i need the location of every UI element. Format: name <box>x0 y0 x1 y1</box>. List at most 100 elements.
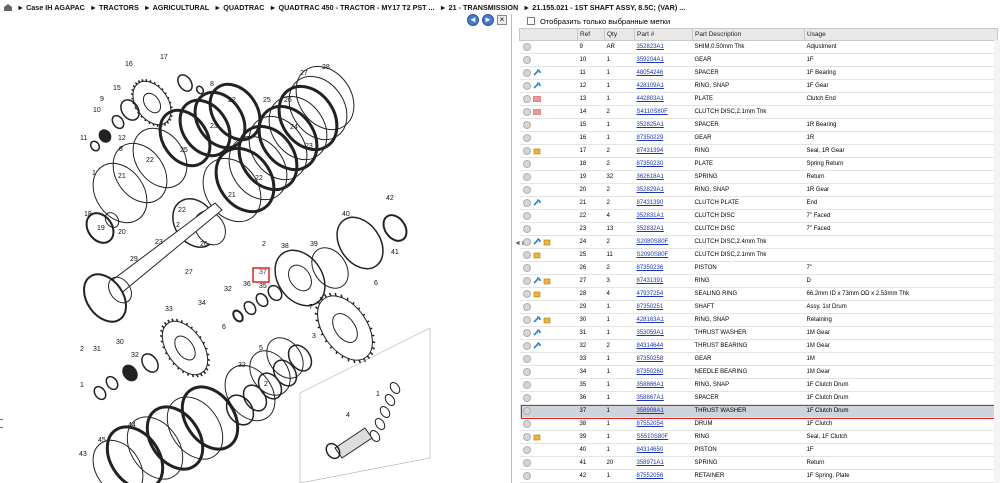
callout-19[interactable]: 19 <box>97 225 105 232</box>
row-icons[interactable] <box>519 170 578 184</box>
row-icons[interactable] <box>519 79 578 93</box>
back-button[interactable]: ◄ <box>467 14 479 26</box>
table-row[interactable]: 9 AR 352823A1 SHIM,0.50mm Thk Adjustment <box>519 40 998 54</box>
table-row[interactable]: 27 3 87431391 RING D <box>519 274 998 288</box>
table-row[interactable]: 16 1 87350229 GEAR 1R <box>519 131 998 145</box>
row-icons[interactable] <box>519 469 578 483</box>
callout-32[interactable]: 32 <box>131 352 139 359</box>
part-number-link[interactable]: 87350229 <box>634 131 693 145</box>
wrench-icon[interactable] <box>531 69 541 77</box>
callout-22[interactable]: 22 <box>255 175 263 182</box>
select-dot-icon[interactable] <box>522 433 531 441</box>
select-dot-icon[interactable] <box>522 186 531 194</box>
wrench-icon[interactable] <box>531 342 541 350</box>
row-icons[interactable] <box>519 144 578 158</box>
table-row[interactable]: 41 20 358971A1 SPRING Return <box>519 456 998 470</box>
callout-31[interactable]: 31 <box>93 346 101 353</box>
select-dot-icon[interactable] <box>522 459 531 467</box>
breadcrumb-item[interactable]: ► QUADTRAC 450 - TRACTOR - MY17 T2 PST .… <box>269 3 434 12</box>
callout-33[interactable]: 33 <box>165 306 173 313</box>
row-icons[interactable] <box>519 92 578 106</box>
table-row[interactable]: 35 1 358866A1 RING, SNAP 1F Clutch Drum <box>519 378 998 392</box>
callout-29[interactable]: 29 <box>130 256 138 263</box>
wrench-icon[interactable] <box>531 199 541 207</box>
row-icons[interactable] <box>519 313 578 327</box>
table-row[interactable]: 23 13 352832A1 CLUTCH DISC 7" Faced <box>519 222 998 236</box>
row-icons[interactable] <box>519 391 578 405</box>
table-row[interactable]: 19 32 362618A1 SPRING Return <box>519 170 998 184</box>
select-dot-icon[interactable] <box>522 56 531 64</box>
row-icons[interactable] <box>519 118 578 132</box>
callout-45[interactable]: 45 <box>98 437 106 444</box>
callout-23[interactable]: 23 <box>155 239 163 246</box>
table-row[interactable]: 30 1 428163A1 RING, SNAP Retaining <box>519 313 998 327</box>
part-number-link[interactable]: 87552054 <box>634 417 693 431</box>
select-dot-icon[interactable] <box>522 108 531 116</box>
table-row[interactable]: 22 4 352831A1 CLUTCH DISC 7" Faced <box>519 209 998 223</box>
table-row[interactable]: 32 2 84314644 THRUST BEARING 1M Gear <box>519 339 998 353</box>
row-icons[interactable] <box>519 53 578 67</box>
breadcrumb-item[interactable]: ► 21 - TRANSMISSION <box>440 3 519 12</box>
select-dot-icon[interactable] <box>522 316 531 324</box>
table-row[interactable]: 25 11 S2090S80F CLUTCH DISC,2.1mm Thk <box>519 248 998 262</box>
table-row[interactable]: 10 1 359204A1 GEAR 1F <box>519 53 998 67</box>
callout-25[interactable]: 25 <box>263 97 271 104</box>
callout-10[interactable]: 10 <box>93 107 101 114</box>
part-number-link[interactable]: 87350260 <box>634 365 693 379</box>
part-number-link[interactable]: S2090S80F <box>634 248 693 262</box>
row-icons[interactable] <box>519 430 578 444</box>
callout-40[interactable]: 40 <box>342 211 350 218</box>
wrench-icon[interactable] <box>531 329 541 337</box>
part-number-link[interactable]: 442803A1 <box>634 92 693 106</box>
callout-8[interactable]: 8 <box>119 146 123 153</box>
callout-35[interactable]: 35 <box>259 283 267 290</box>
callout-34[interactable]: 34 <box>198 300 206 307</box>
home-icon[interactable] <box>3 3 13 12</box>
callout-11[interactable]: 11 <box>80 135 87 142</box>
callout-2[interactable]: 2 <box>264 381 268 388</box>
table-row[interactable]: 42 1 87552056 RETAINER 1F Spring, Plate <box>519 469 998 483</box>
wrench-icon[interactable] <box>531 238 541 246</box>
callout-22[interactable]: 22 <box>178 207 186 214</box>
row-icons[interactable] <box>519 352 578 366</box>
select-dot-icon[interactable] <box>522 43 531 51</box>
filter-row[interactable]: Отобразить только выбранные метки <box>519 14 1000 28</box>
callout-41[interactable]: 41 <box>391 249 399 256</box>
part-number-link[interactable]: 84314644 <box>634 339 693 353</box>
table-row[interactable]: 12 1 428109A1 RING, SNAP 1F Gear <box>519 79 998 93</box>
table-row[interactable]: 17 2 87431394 RING Seal, 1R Gear <box>519 144 998 158</box>
part-number-link[interactable]: 359204A1 <box>634 53 693 67</box>
table-row[interactable]: 37 1 358908A1 THRUST WASHER 1F Clutch Drum <box>519 404 998 418</box>
wrench-icon[interactable] <box>531 316 541 324</box>
select-dot-icon[interactable] <box>522 290 531 298</box>
wrench-icon[interactable] <box>531 82 541 90</box>
column-header[interactable]: Part Description <box>692 28 805 41</box>
callout-20[interactable]: 20 <box>118 229 126 236</box>
part-number-link[interactable]: 358866A1 <box>634 378 693 392</box>
select-dot-icon[interactable] <box>522 420 531 428</box>
select-dot-icon[interactable] <box>522 264 531 272</box>
row-icons[interactable] <box>519 417 578 431</box>
table-row[interactable]: 15 1 352825A1 SPACER 1R Bearing <box>519 118 998 132</box>
part-number-link[interactable]: 87552056 <box>634 469 693 483</box>
select-dot-icon[interactable] <box>522 355 531 363</box>
callout-1[interactable]: 1 <box>92 170 96 177</box>
table-row[interactable]: 40 1 84314650 PISTON 1F <box>519 443 998 457</box>
row-icons[interactable] <box>519 339 578 353</box>
part-number-link[interactable]: 358908A1 <box>634 404 693 418</box>
select-dot-icon[interactable] <box>522 199 531 207</box>
select-dot-icon[interactable] <box>522 446 531 454</box>
select-dot-icon[interactable] <box>522 225 531 233</box>
callout-6[interactable]: 6 <box>374 280 378 287</box>
callout-2[interactable]: 2 <box>262 241 266 248</box>
part-number-link[interactable]: 358971A1 <box>634 456 693 470</box>
table-row[interactable]: 29 1 87350251 SHAFT Assy, 1st Drum <box>519 300 998 314</box>
breadcrumb-item[interactable]: ► 21.155.021 - 1ST SHAFT ASSY, 8.5C; (VA… <box>523 3 685 12</box>
table-row[interactable]: 24 2 S2080S80F CLUTCH DISC,2.4mm Thk <box>519 235 998 249</box>
breadcrumb-item[interactable]: ► TRACTORS <box>90 3 139 12</box>
table-row[interactable]: 11 1 48054246 SPACER 1F Bearing <box>519 66 998 80</box>
flag-icon[interactable] <box>531 96 541 103</box>
callout-23[interactable]: 23 <box>210 123 218 130</box>
part-number-link[interactable]: 362618A1 <box>634 170 693 184</box>
callout-17[interactable]: 17 <box>160 54 168 61</box>
